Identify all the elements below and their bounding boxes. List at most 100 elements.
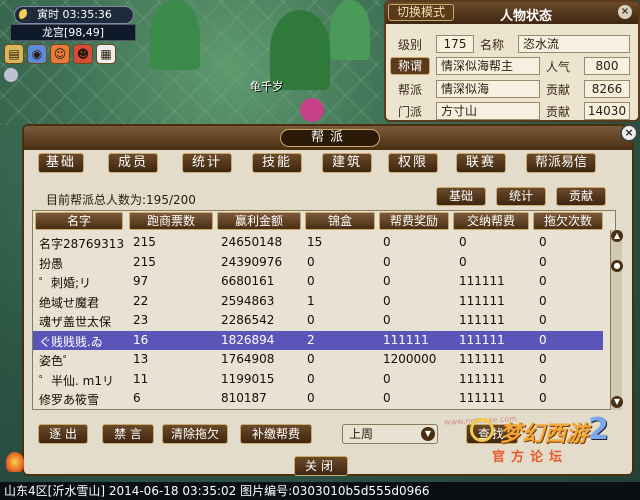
clock-text: 寅时 03:35:36 — [37, 8, 112, 21]
cell-trades: 97 — [133, 274, 149, 288]
contribution-label: 贡献 — [546, 83, 571, 97]
cell-trades: 16 — [133, 332, 149, 347]
close-button[interactable]: 关闭 — [294, 456, 348, 476]
calendar-icon[interactable]: ▦ — [96, 44, 116, 64]
sect-value: 方寸山 — [436, 102, 540, 120]
coral-plant — [330, 0, 370, 60]
cell-reward: 111111 — [383, 332, 429, 347]
scroll-down-icon[interactable]: ▼ — [611, 396, 623, 408]
scroll-up-icon[interactable]: ▲ — [611, 230, 623, 242]
cell-profit: 1826894 — [221, 332, 275, 347]
location-coordinates[interactable]: 龙宫[98,49] — [10, 24, 136, 41]
npc-name-label[interactable]: 龟千岁 — [250, 78, 283, 94]
table-row[interactable]: ぐ贱贱贱.ゐ 16 1826894 2 111111 111111 0 — [33, 330, 603, 350]
table-row[interactable]: 修罗あ筱雪 6 810187 0 0 111111 0 — [33, 389, 603, 408]
name-value: 恣水流 — [518, 35, 630, 53]
table-row[interactable]: 姿色゜ 13 1764908 0 1200000 111111 0 — [33, 350, 603, 369]
table-scrollbar[interactable]: ▲ ● ▼ — [610, 230, 623, 410]
chevron-down-icon[interactable]: ▼ — [421, 427, 435, 441]
character-status-panel: 切换模式 人物状态 × 级别 175 名称 恣水流 称谓 情深似海帮主 人气 8… — [384, 0, 640, 122]
cell-profit: 2286542 — [221, 313, 275, 327]
cell-reward: 0 — [383, 274, 391, 288]
team-icon[interactable]: ☻ — [73, 44, 93, 64]
fire-icon[interactable] — [6, 452, 24, 472]
basic-button[interactable]: 基础 — [436, 187, 486, 206]
cell-owed: 0 — [539, 254, 547, 269]
cell-paid: 111111 — [459, 293, 505, 308]
column-header-paid[interactable]: 交纳帮费 — [453, 212, 529, 230]
cell-trades: 215 — [133, 235, 156, 249]
cell-name: ぐ贱贱贱.ゐ — [39, 334, 103, 349]
logo-ring-icon — [470, 418, 494, 442]
cell-reward: 0 — [383, 254, 391, 269]
column-header-name[interactable]: 名字 — [35, 212, 123, 230]
cell-box: 0 — [307, 254, 315, 269]
moon-icon — [19, 9, 31, 21]
tab-league[interactable]: 联赛 — [456, 153, 506, 173]
cell-box: 15 — [307, 235, 323, 249]
cell-paid: 111111 — [459, 391, 505, 405]
hud-toolbar: ▤ ◉ ☺ ☻ ▦ — [4, 44, 116, 64]
cell-name: 姿色゜ — [39, 354, 76, 368]
tab-permissions[interactable]: 权限 — [388, 153, 438, 173]
pin-icon[interactable] — [4, 68, 18, 82]
cell-reward: 0 — [383, 313, 391, 327]
table-row[interactable]: 魂ザ盖世太保 23 2286542 0 0 111111 0 — [33, 311, 603, 330]
cell-trades: 11 — [133, 371, 149, 386]
level-label: 级别 — [398, 38, 423, 52]
level-value: 175 — [436, 35, 474, 53]
cell-profit: 1199015 — [221, 371, 275, 386]
pay-fee-button[interactable]: 补缴帮费 — [240, 424, 312, 444]
cell-name: 扮愚 — [39, 256, 64, 271]
period-select[interactable]: 上周 ▼ — [342, 424, 438, 444]
cell-trades: 22 — [133, 293, 149, 308]
box-icon[interactable]: ▤ — [4, 44, 24, 64]
cell-owed: 0 — [539, 352, 547, 366]
column-header-owed[interactable]: 拖欠次数 — [533, 212, 603, 230]
sect-contribution-value: 14030 — [584, 102, 630, 120]
contribution-button[interactable]: 贡献 — [556, 187, 606, 206]
table-row[interactable]: 绝域せ魔君 22 2594863 1 0 111111 0 — [33, 292, 603, 311]
statistics-button[interactable]: 统计 — [496, 187, 546, 206]
mute-button[interactable]: 禁 言 — [102, 424, 154, 444]
globe-icon[interactable]: ◉ — [27, 44, 47, 64]
table-row[interactable]: ゜半仙. m1リ 11 1199015 0 0 111111 0 — [33, 370, 603, 389]
cell-paid: 111111 — [459, 274, 505, 288]
tab-guild-yixin[interactable]: 帮派易信 — [526, 153, 596, 173]
column-header-profit[interactable]: 赢利金额 — [217, 212, 301, 230]
table-row[interactable]: 扮愚 215 24390976 0 0 0 0 — [33, 253, 603, 272]
scroll-thumb[interactable]: ● — [611, 260, 623, 272]
tab-buildings[interactable]: 建筑 — [322, 153, 372, 173]
table-row[interactable]: ゜刺婚;リ 97 6680161 0 0 111111 0 — [33, 272, 603, 291]
cell-reward: 1200000 — [383, 352, 437, 366]
column-header-reward[interactable]: 帮费奖励 — [379, 212, 449, 230]
table-row[interactable]: 名字28769313 215 24650148 15 0 0 0 — [33, 233, 603, 252]
tab-members[interactable]: 成员 — [108, 153, 158, 173]
column-header-box[interactable]: 锦盒 — [305, 212, 375, 230]
sect-label: 门派 — [398, 105, 423, 119]
cell-paid: 111111 — [459, 313, 505, 327]
tab-basic[interactable]: 基础 — [38, 153, 84, 173]
cell-owed: 0 — [539, 313, 547, 327]
close-icon[interactable]: × — [618, 5, 632, 19]
column-header-trades[interactable]: 跑商票数 — [129, 212, 213, 230]
coral-plant — [150, 0, 200, 70]
tab-statistics[interactable]: 统计 — [182, 153, 232, 173]
logo-number: 2 — [588, 412, 609, 447]
close-icon[interactable]: × — [620, 124, 638, 142]
cell-box: 2 — [307, 332, 315, 347]
title-button[interactable]: 称谓 — [390, 57, 430, 75]
cell-reward: 0 — [383, 391, 391, 405]
cell-owed: 0 — [539, 371, 547, 386]
clear-arrears-button[interactable]: 清除拖欠 — [162, 424, 228, 444]
cell-name: ゜半仙. m1リ — [39, 373, 114, 388]
switch-mode-button[interactable]: 切换模式 — [388, 4, 454, 21]
tab-skills[interactable]: 技能 — [252, 153, 302, 173]
player-character[interactable] — [300, 98, 324, 122]
status-panel-header: 切换模式 人物状态 × — [386, 2, 638, 24]
cell-trades: 215 — [133, 254, 156, 269]
friend-icon[interactable]: ☺ — [50, 44, 70, 64]
cell-paid: 111111 — [459, 332, 505, 347]
expel-button[interactable]: 逐 出 — [38, 424, 88, 444]
member-total: 目前帮派总人数为:195/200 — [46, 193, 196, 207]
